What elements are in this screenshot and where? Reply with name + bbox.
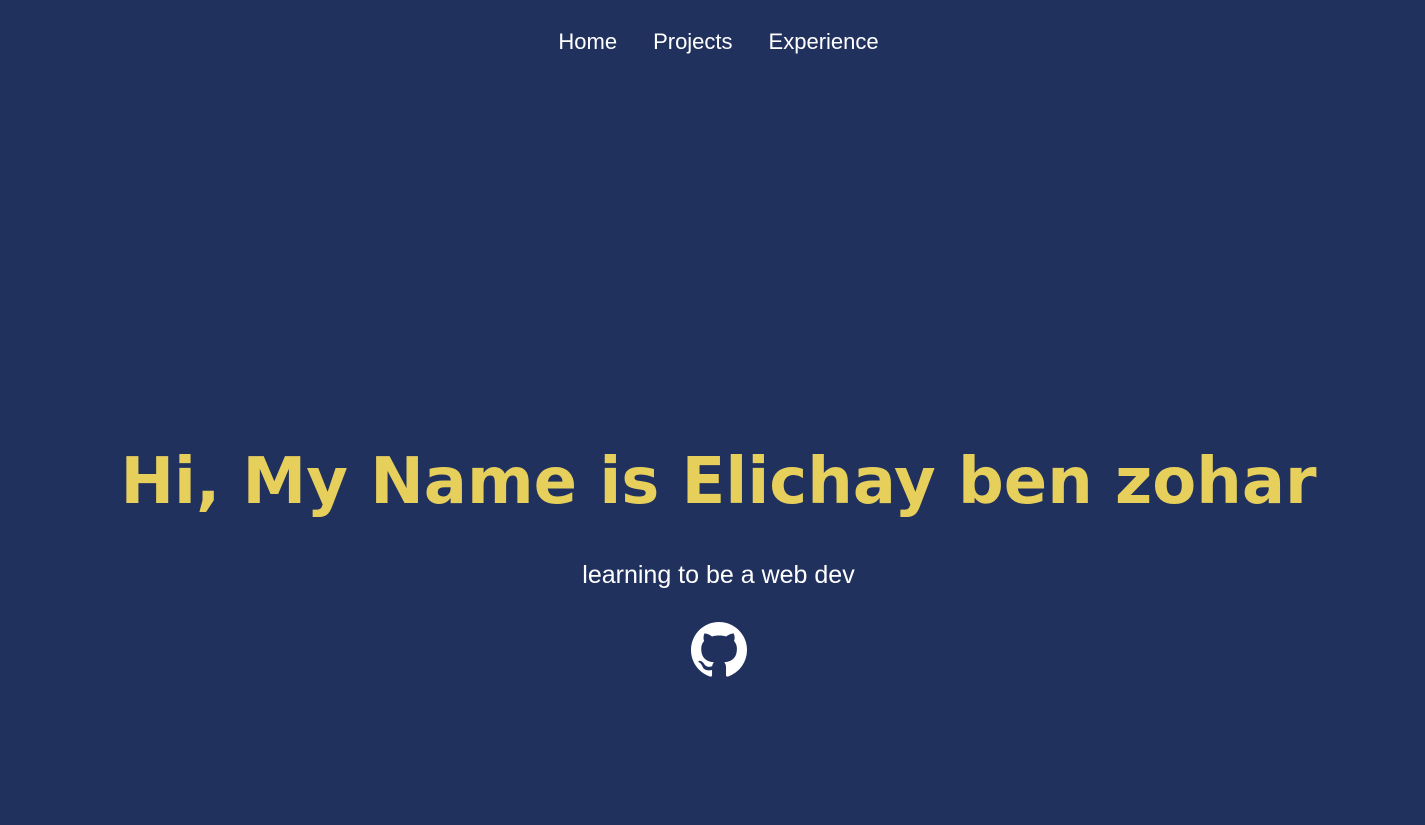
hero-subtitle: learning to be a web dev bbox=[582, 561, 855, 589]
github-link[interactable] bbox=[691, 622, 747, 678]
top-nav: Home Projects Experience bbox=[0, 28, 1425, 56]
hero-section: Hi, My Name is Elichay ben zohar learnin… bbox=[0, 440, 1425, 590]
hero-title: Hi, My Name is Elichay ben zohar bbox=[120, 445, 1317, 519]
nav-link-experience[interactable]: Experience bbox=[769, 28, 879, 56]
nav-link-projects[interactable]: Projects bbox=[653, 28, 732, 56]
github-icon bbox=[691, 622, 747, 677]
nav-link-home[interactable]: Home bbox=[558, 28, 617, 56]
